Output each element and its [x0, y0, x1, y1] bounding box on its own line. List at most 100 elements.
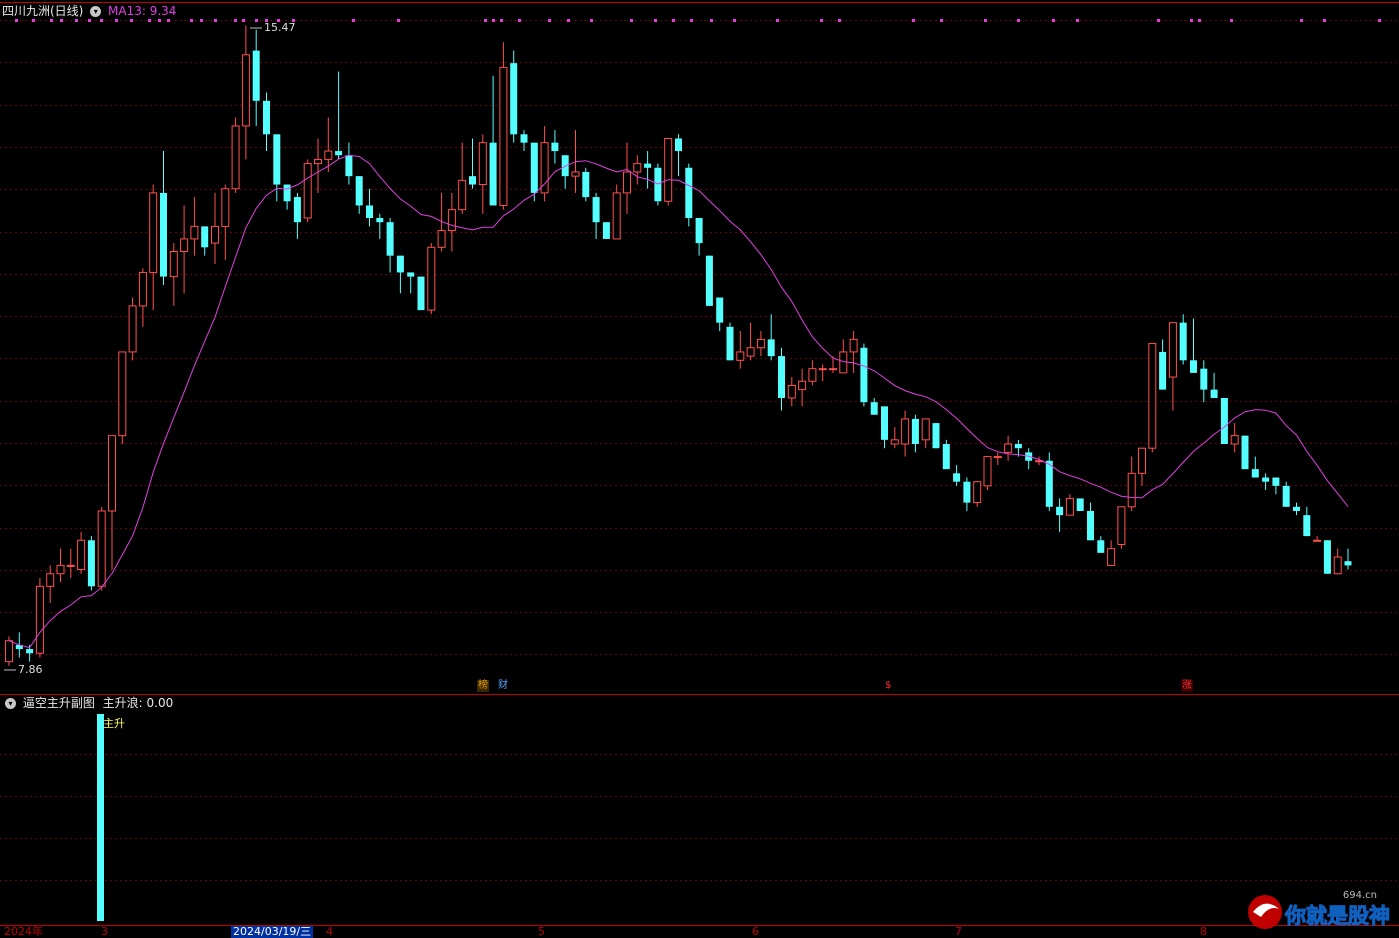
candle-down: [293, 197, 301, 223]
candle-up: [1230, 435, 1239, 445]
candle-down: [376, 218, 384, 223]
candle-down: [1159, 351, 1167, 390]
stock-name[interactable]: 四川九洲(日线): [2, 4, 83, 18]
rank-marker[interactable]: 榜: [477, 680, 489, 692]
finance-marker[interactable]: 财: [497, 680, 509, 692]
candle-down: [355, 176, 363, 206]
candle-up: [77, 539, 86, 571]
candle-up: [973, 481, 982, 504]
candle-down: [932, 423, 940, 449]
candle-up: [1117, 506, 1126, 545]
candle-up: [849, 338, 858, 353]
x-label-8: 8: [1200, 925, 1207, 938]
signal-dot: [88, 19, 91, 22]
main-up-label: 主升: [103, 717, 125, 730]
candle-down: [942, 444, 950, 470]
candle-down: [1282, 485, 1290, 507]
signal-dot: [1190, 19, 1193, 22]
candle-up: [221, 188, 230, 227]
signal-dot: [820, 19, 823, 22]
candle-down: [1293, 506, 1300, 511]
candle-down: [1045, 460, 1053, 507]
candle-up: [571, 171, 580, 177]
candle-down: [1087, 510, 1094, 541]
candle-down: [716, 297, 724, 323]
candle-down: [407, 272, 415, 277]
candle-up: [231, 125, 240, 190]
kline-chart[interactable]: [0, 0, 1399, 933]
candle-up: [1313, 539, 1322, 542]
candle-up: [829, 368, 837, 371]
watermark-logo: 694.cn 你就是股神: [1248, 890, 1391, 929]
candle-up: [118, 351, 127, 437]
signal-dot: [630, 19, 633, 22]
signal-dot: [1300, 19, 1303, 22]
candle-up: [921, 418, 930, 441]
candle-down: [685, 167, 693, 219]
candle-down: [644, 163, 652, 168]
candle-up: [1065, 497, 1074, 516]
x-label-year: 2024年: [4, 925, 43, 938]
candle-up: [169, 250, 178, 278]
sub-indicator-label: 主升浪: 0.00: [102, 696, 174, 710]
candle-down: [767, 339, 775, 357]
candle-down: [963, 481, 971, 503]
signal-dot: [654, 19, 657, 22]
candle-down: [1014, 444, 1022, 449]
candle-up: [499, 66, 508, 206]
candle-down: [1056, 506, 1064, 516]
candle-down: [1210, 389, 1218, 398]
signal-dot: [518, 19, 521, 22]
candle-up: [458, 179, 467, 211]
candle-up: [478, 142, 487, 186]
sub-chart-title[interactable]: 逼空主升副图: [23, 696, 95, 710]
x-label-3: 3: [101, 925, 108, 938]
candle-up: [314, 158, 322, 165]
signal-dot: [690, 19, 693, 22]
signal-dot: [1017, 19, 1020, 22]
candle-down: [510, 63, 518, 135]
watermark-text: 你就是股神: [1284, 904, 1390, 928]
candle-down: [551, 142, 559, 152]
x-label-4: 4: [326, 925, 333, 938]
candle-down: [1097, 540, 1105, 553]
candle-up: [303, 163, 312, 219]
signal-dot: [710, 19, 713, 22]
signal-dot: [158, 19, 161, 22]
candle-down: [335, 151, 343, 156]
candle-up: [612, 192, 621, 240]
candle-down: [26, 649, 34, 654]
signal-dot: [912, 19, 915, 22]
signal-dot: [214, 19, 217, 22]
indicator-menu-icon[interactable]: ▾: [90, 5, 102, 17]
candle-down: [489, 142, 497, 206]
candle-down: [87, 540, 95, 587]
limit-up-marker[interactable]: 涨: [1181, 680, 1193, 692]
candle-up: [324, 150, 333, 160]
candle-down: [1262, 477, 1270, 482]
candle-down: [1251, 469, 1259, 478]
signal-dot: [567, 19, 570, 22]
candle-up: [746, 347, 755, 357]
ma-label: MA13: 9.34: [108, 4, 177, 18]
signal-dot: [255, 19, 258, 22]
dollar-marker[interactable]: $: [884, 680, 892, 692]
price-grid: [0, 20, 1399, 655]
candle-up: [46, 573, 55, 587]
signal-dot: [100, 19, 103, 22]
candle-down: [386, 222, 394, 256]
candle-down: [345, 155, 353, 177]
signal-dot: [1323, 19, 1326, 22]
candle-up: [128, 305, 137, 353]
candle-down: [1200, 368, 1208, 390]
signal-dot: [1157, 19, 1160, 22]
signal-dot: [776, 19, 779, 22]
candle-down: [592, 197, 600, 223]
candle-up: [798, 380, 807, 391]
candle-down: [1272, 477, 1280, 486]
signal-dot: [190, 19, 193, 22]
candle-down: [953, 473, 961, 482]
sub-indicator-menu-icon[interactable]: ▾: [5, 697, 16, 709]
candle-up: [66, 564, 75, 567]
candle-up: [56, 564, 65, 575]
